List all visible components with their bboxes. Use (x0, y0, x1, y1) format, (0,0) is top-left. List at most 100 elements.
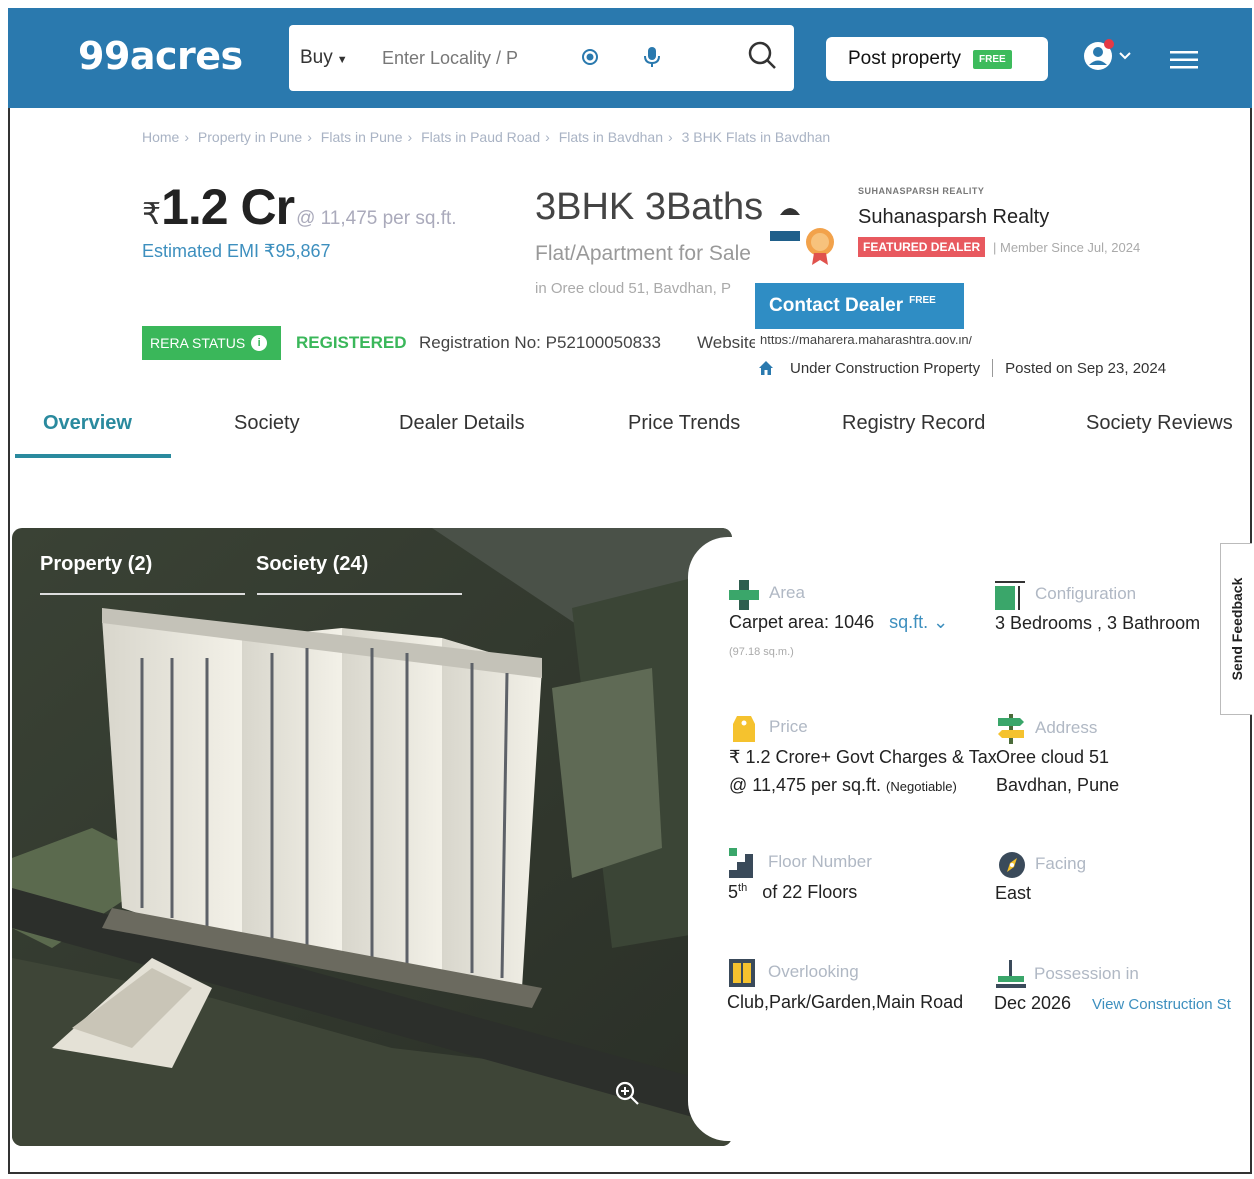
listing-location: in Oree cloud 51, Bavdhan, P (535, 280, 731, 297)
overlooking-window-icon (729, 959, 755, 987)
hamburger-menu-icon[interactable] (1170, 50, 1198, 70)
posted-date: Posted on Sep 23, 2024 (1005, 359, 1167, 377)
rera-status-badge[interactable]: RERA STATUS i (142, 326, 281, 360)
section-tabs: Overview Society Dealer Details Price Tr… (15, 408, 1250, 458)
address-line2: Bavdhan, Pune (996, 775, 1120, 795)
breadcrumb-property-pune[interactable]: Property in Pune (198, 129, 302, 145)
property-photo[interactable] (12, 528, 732, 1146)
overlooking-label: Overlooking (768, 962, 859, 981)
search-icon[interactable] (746, 39, 778, 71)
contact-dealer-button[interactable]: Contact Dealer FREE (755, 283, 964, 329)
member-since: | Member Since Jul, 2024 (993, 240, 1141, 255)
breadcrumb-flats-paud-road[interactable]: Flats in Paud Road (421, 129, 540, 145)
tab-price-trends[interactable]: Price Trends (628, 412, 740, 435)
breadcrumb-flats-pune[interactable]: Flats in Pune (321, 129, 403, 145)
gallery-tab-society[interactable]: Society (24) (256, 553, 368, 576)
chevron-down-icon: ▼ (336, 54, 348, 66)
active-tab-indicator (15, 454, 171, 458)
gallery-tab-property-underline (40, 593, 245, 595)
gps-locate-icon[interactable] (580, 47, 600, 67)
dealer-name[interactable]: Suhanasparsh Realty (858, 206, 1049, 229)
rera-registered-text: REGISTERED (296, 333, 407, 352)
possession-label: Possession in (1034, 964, 1139, 983)
view-construction-status-link[interactable]: View Construction St (1092, 996, 1252, 1013)
price-value: 1.2 Cr (161, 179, 295, 235)
top-header: 99acres Buy▼ Post property FREE (8, 8, 1252, 108)
breadcrumb-home[interactable]: Home (142, 129, 179, 145)
address-label: Address (1035, 718, 1098, 737)
send-feedback-label: Send Feedback (1228, 577, 1245, 681)
locality-search-input[interactable] (382, 43, 542, 73)
possession-value: Dec 2026 (994, 993, 1072, 1013)
tab-registry-record[interactable]: Registry Record (842, 412, 985, 435)
free-badge: FREE (973, 49, 1012, 69)
floor-number-label: Floor Number (768, 852, 872, 871)
price-per-sqft-detail: @ 11,475 per sq.ft. (729, 775, 882, 795)
price-per-sqft: @ 11,475 per sq.ft. (296, 208, 457, 229)
website-label: Website: (697, 333, 755, 352)
area-icon (729, 580, 759, 610)
website-url[interactable]: https://maharera.maharashtra.gov.in/ (760, 336, 1060, 344)
status-divider (992, 359, 994, 377)
contact-free-tag: FREE (909, 294, 936, 306)
breadcrumb-3bhk-bavdhan[interactable]: 3 BHK Flats in Bavdhan (682, 129, 831, 145)
site-logo[interactable]: 99acres (78, 34, 243, 78)
address-signpost-icon (998, 714, 1024, 744)
configuration-value: 3 Bedrooms , 3 Bathroom (995, 613, 1201, 633)
tab-society[interactable]: Society (234, 412, 300, 435)
post-property-label: Post property (848, 48, 961, 69)
area-label: Area (769, 583, 805, 602)
price-block: ₹1.2 Cr @ 11,475 per sq.ft. (142, 178, 457, 236)
aerial-building-image (12, 528, 732, 1146)
listing-subtitle: Flat/Apartment for Sale (535, 242, 751, 265)
floor-num: 5 (728, 882, 739, 902)
floor-number-value: 5th of 22 Floors (728, 882, 857, 903)
user-account-icon[interactable] (1082, 38, 1134, 74)
floor-total: of 22 Floors (762, 882, 858, 902)
listing-title: 3BHK 3Baths (535, 186, 763, 228)
breadcrumb: Home › Property in Pune › Flats in Pune › F… (142, 129, 831, 145)
rera-status-label: RERA STATUS (150, 335, 246, 351)
estimated-emi-link[interactable]: Estimated EMI ₹95,867 (142, 241, 331, 262)
gallery-tab-society-underline (257, 593, 462, 595)
overlooking-value: Club,Park/Garden,Main Road (727, 992, 964, 1012)
area-sqm: (97.18 sq.m.) (729, 646, 794, 658)
buy-dropdown[interactable]: Buy ▼ (300, 47, 348, 69)
area-unit-dropdown[interactable]: sq.ft. (889, 612, 928, 632)
property-status-row: Under Construction Property Posted on Se… (758, 359, 1166, 377)
configuration-icon (995, 581, 1025, 610)
price-detail-line2: @ 11,475 per sq.ft. (Negotiable) (729, 775, 957, 796)
info-icon[interactable]: i (251, 335, 268, 351)
compass-icon (999, 852, 1025, 878)
possession-crane-icon (996, 960, 1026, 988)
post-property-button[interactable]: Post property FREE (826, 37, 1048, 81)
chevron-down-icon[interactable]: ⌄ (933, 612, 948, 632)
dealer-logo-icon (770, 208, 834, 265)
registration-number: Registration No: P52100050833 (419, 333, 661, 352)
floor-number-icon (729, 848, 753, 878)
carpet-area-text: Carpet area: 1046 (729, 612, 875, 632)
mic-icon[interactable] (642, 45, 662, 69)
price-tag-icon (733, 716, 755, 742)
price-detail-line1: ₹ 1.2 Crore+ Govt Charges & Tax (729, 747, 997, 767)
floor-suffix: th (738, 882, 748, 894)
address-line1: Oree cloud 51 (996, 747, 1110, 767)
facing-value: East (995, 883, 1032, 903)
construction-status: Under Construction Property (790, 359, 981, 377)
dealer-company-label: SUHANASPARSH REALITY (858, 186, 985, 196)
tab-society-reviews[interactable]: Society Reviews (1086, 412, 1233, 435)
configuration-label: Configuration (1035, 584, 1137, 603)
facing-label: Facing (1035, 854, 1087, 873)
tab-overview[interactable]: Overview (43, 412, 132, 435)
price-label: Price (769, 717, 808, 736)
send-feedback-tab[interactable]: Send Feedback (1220, 543, 1252, 715)
search-bar: Buy ▼ (289, 25, 794, 91)
tab-dealer-details[interactable]: Dealer Details (399, 412, 525, 435)
area-value: Carpet area: 1046 sq.ft. ⌄ (729, 612, 948, 633)
zoom-in-icon[interactable] (614, 1080, 640, 1106)
breadcrumb-flats-bavdhan[interactable]: Flats in Bavdhan (559, 129, 663, 145)
featured-dealer-badge: FEATURED DEALER (858, 237, 986, 257)
negotiable-tag: (Negotiable) (886, 779, 957, 794)
buy-dropdown-label: Buy (300, 47, 333, 68)
gallery-tab-property[interactable]: Property (2) (40, 553, 152, 576)
